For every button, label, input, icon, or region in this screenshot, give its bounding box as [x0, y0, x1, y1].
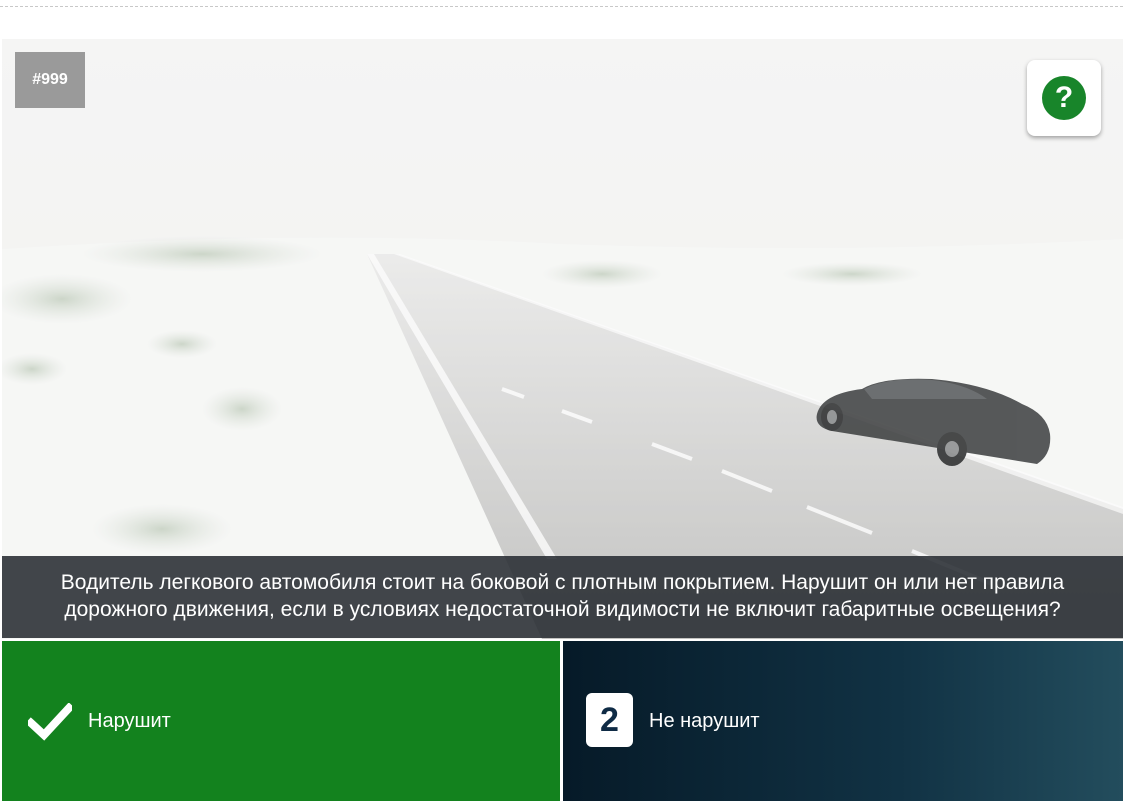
answer-option-1[interactable]: Нарушит: [2, 641, 560, 801]
answer-2-label: Не нарушит: [649, 710, 760, 732]
top-divider: [0, 6, 1123, 7]
answers-list: Нарушит 2 Не нарушит: [2, 641, 1123, 803]
question-text-line-1: Водитель легкового автомобиля стоит на б…: [60, 571, 1065, 594]
question-image: #999 ? Водитель легкового автомобиля сто…: [2, 39, 1123, 639]
quiz-card: #999 ? Водитель легкового автомобиля сто…: [2, 39, 1123, 806]
question-text: Водитель легкового автомобиля стоит на б…: [2, 556, 1123, 638]
answer-1-label: Нарушит: [88, 710, 171, 732]
answer-option-2[interactable]: 2 Не нарушит: [563, 641, 1123, 801]
checkmark-icon: [28, 703, 72, 741]
question-id-badge: #999: [15, 52, 85, 108]
question-text-line-2: дорожного движения, если в условиях недо…: [64, 598, 1061, 621]
answer-number-badge: 2: [586, 693, 633, 747]
question-mark-icon: ?: [1042, 76, 1086, 120]
hint-button[interactable]: ?: [1027, 60, 1101, 136]
